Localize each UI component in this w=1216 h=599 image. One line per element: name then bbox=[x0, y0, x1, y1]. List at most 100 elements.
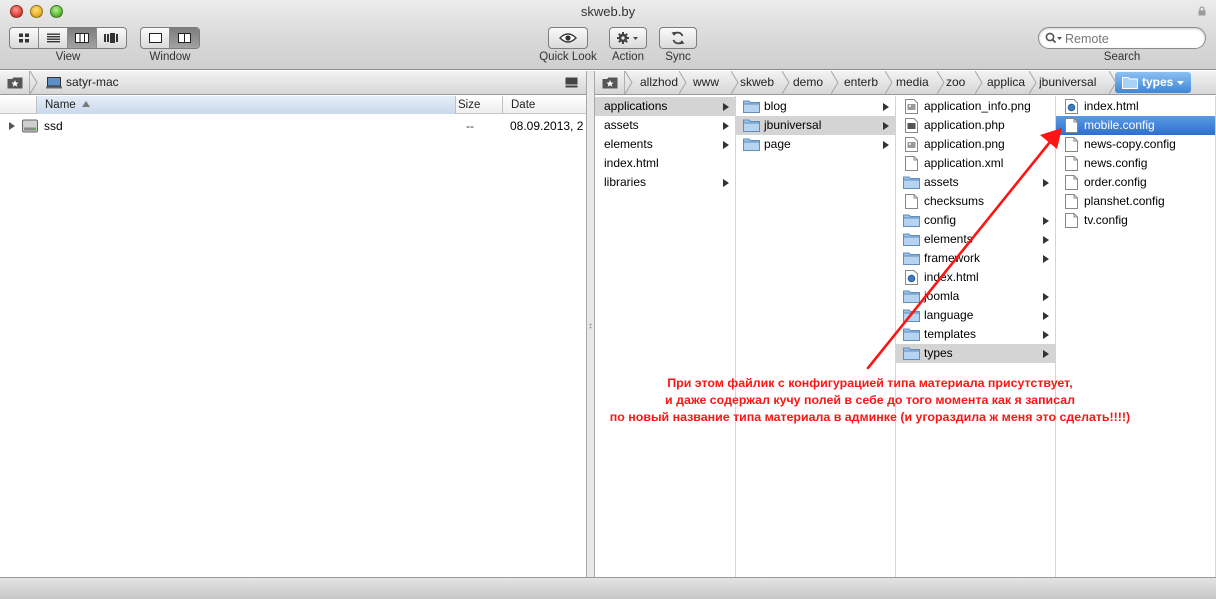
size-column-header[interactable]: Size bbox=[456, 96, 502, 114]
item-label: elements bbox=[604, 137, 653, 151]
breadcrumb-item[interactable]: demo bbox=[793, 71, 825, 94]
file-icon bbox=[905, 156, 918, 171]
favorites-button[interactable] bbox=[0, 71, 30, 94]
search-field[interactable] bbox=[1038, 27, 1206, 49]
breadcrumb-item[interactable]: jbuniversal bbox=[1039, 71, 1105, 94]
icon-view-button[interactable] bbox=[10, 28, 39, 48]
breadcrumb-types[interactable]: types bbox=[1115, 72, 1191, 93]
list-item[interactable]: index.html bbox=[1056, 97, 1215, 116]
list-item[interactable]: applications bbox=[595, 97, 735, 116]
dual-pane-button[interactable] bbox=[170, 28, 199, 48]
list-item[interactable]: application.png bbox=[896, 135, 1055, 154]
list-item[interactable]: language bbox=[896, 306, 1055, 325]
annotation-line: и даже содержал кучу полей в себе до тог… bbox=[665, 393, 1075, 407]
breadcrumb-item[interactable]: zoo bbox=[946, 71, 968, 94]
left-file-list: Name Size Date ssd -- 08.09.2013, 2 bbox=[0, 96, 586, 577]
pane-splitter[interactable] bbox=[586, 71, 595, 577]
breadcrumb-item[interactable]: skweb bbox=[740, 71, 776, 94]
chevron-right-icon bbox=[1043, 293, 1049, 301]
folder-icon bbox=[903, 176, 920, 189]
list-item[interactable]: news-copy.config bbox=[1056, 135, 1215, 154]
html-file-icon bbox=[905, 270, 918, 285]
list-view-button[interactable] bbox=[39, 28, 68, 48]
list-item[interactable]: joomla bbox=[896, 287, 1055, 306]
sync-button[interactable] bbox=[659, 27, 697, 49]
breadcrumb-item[interactable]: enterb bbox=[844, 71, 884, 94]
item-label: language bbox=[924, 308, 974, 322]
view-label: View bbox=[55, 51, 81, 63]
single-pane-button[interactable] bbox=[141, 28, 170, 48]
list-item[interactable]: mobile.config bbox=[1056, 116, 1215, 135]
window-title: skweb.by bbox=[580, 4, 636, 19]
breadcrumb-item[interactable]: media bbox=[896, 71, 930, 94]
list-item[interactable]: elements bbox=[896, 230, 1055, 249]
folder-icon bbox=[743, 100, 760, 113]
folder-icon bbox=[903, 290, 920, 303]
item-label: planshet.config bbox=[1084, 194, 1165, 208]
action-menu-button[interactable] bbox=[609, 27, 647, 49]
list-item[interactable]: types bbox=[896, 344, 1055, 363]
window-toolbar: skweb.by View Window Quick Look Action S… bbox=[0, 0, 1216, 70]
list-item[interactable]: application_info.png bbox=[896, 97, 1055, 116]
item-icon-wrap bbox=[743, 137, 760, 157]
name-column-header[interactable]: Name bbox=[36, 96, 456, 114]
list-item[interactable]: libraries bbox=[595, 173, 735, 192]
list-item[interactable]: index.html bbox=[896, 268, 1055, 287]
action-label: Action bbox=[612, 51, 644, 63]
list-item[interactable]: news.config bbox=[1056, 154, 1215, 173]
left-drive-button[interactable] bbox=[563, 74, 580, 91]
list-item[interactable]: elements bbox=[595, 135, 735, 154]
list-icon bbox=[46, 33, 60, 43]
folder-icon bbox=[903, 328, 920, 341]
list-item[interactable]: application.xml bbox=[896, 154, 1055, 173]
list-item[interactable]: application.php bbox=[896, 116, 1055, 135]
folder-icon bbox=[743, 119, 760, 132]
list-item[interactable]: assets bbox=[896, 173, 1055, 192]
coverflow-view-button[interactable] bbox=[97, 28, 126, 48]
list-item[interactable]: tv.config bbox=[1056, 211, 1215, 230]
breadcrumb-separator-icon bbox=[1029, 71, 1037, 94]
file-icon bbox=[1065, 137, 1078, 152]
browser-column-3: application_info.png application.php appli… bbox=[896, 96, 1056, 577]
breadcrumb-item[interactable]: applica bbox=[987, 71, 1027, 94]
list-item[interactable]: page bbox=[736, 135, 895, 154]
column-view-button[interactable] bbox=[68, 28, 97, 48]
date-column-header[interactable]: Date bbox=[502, 96, 586, 114]
table-row[interactable]: ssd -- 08.09.2013, 2 bbox=[0, 117, 586, 135]
left-path-crumb[interactable]: satyr-mac bbox=[66, 71, 119, 94]
image-file-icon bbox=[905, 137, 918, 152]
list-item[interactable]: framework bbox=[896, 249, 1055, 268]
right-path-bar: types allzhod www skweb demo enterb media zoo a… bbox=[595, 71, 1216, 95]
file-icon bbox=[1065, 156, 1078, 171]
quick-look-button[interactable] bbox=[548, 27, 588, 49]
list-item[interactable]: config bbox=[896, 211, 1055, 230]
breadcrumb-item[interactable]: allzhod bbox=[640, 71, 680, 94]
file-icon bbox=[1065, 213, 1078, 228]
list-item[interactable]: order.config bbox=[1056, 173, 1215, 192]
item-label: order.config bbox=[1084, 175, 1147, 189]
list-item[interactable]: assets bbox=[595, 116, 735, 135]
disclosure-triangle-icon[interactable] bbox=[9, 122, 15, 130]
file-icon bbox=[905, 194, 918, 209]
hard-disk-icon bbox=[22, 119, 38, 133]
coverflow-icon bbox=[104, 33, 118, 43]
list-item[interactable]: index.html bbox=[595, 154, 735, 173]
list-item[interactable]: jbuniversal bbox=[736, 116, 895, 135]
search-input[interactable] bbox=[1065, 30, 1201, 47]
list-item[interactable]: planshet.config bbox=[1056, 192, 1215, 211]
item-label: application.png bbox=[924, 137, 1005, 151]
window-mode-control bbox=[140, 27, 200, 49]
folder-icon bbox=[903, 214, 920, 227]
breadcrumb-item[interactable]: www bbox=[693, 71, 723, 94]
list-item[interactable]: templates bbox=[896, 325, 1055, 344]
item-label: assets bbox=[924, 175, 959, 189]
list-item[interactable]: checksums bbox=[896, 192, 1055, 211]
favorites-button-right[interactable] bbox=[595, 71, 625, 94]
chevron-right-icon bbox=[1043, 312, 1049, 320]
list-item[interactable]: blog bbox=[736, 97, 895, 116]
item-label: news-copy.config bbox=[1084, 137, 1176, 151]
file-icon bbox=[1065, 175, 1078, 190]
search-icon bbox=[1045, 32, 1062, 44]
folder-icon bbox=[903, 233, 920, 246]
breadcrumb-separator-icon bbox=[625, 71, 633, 94]
